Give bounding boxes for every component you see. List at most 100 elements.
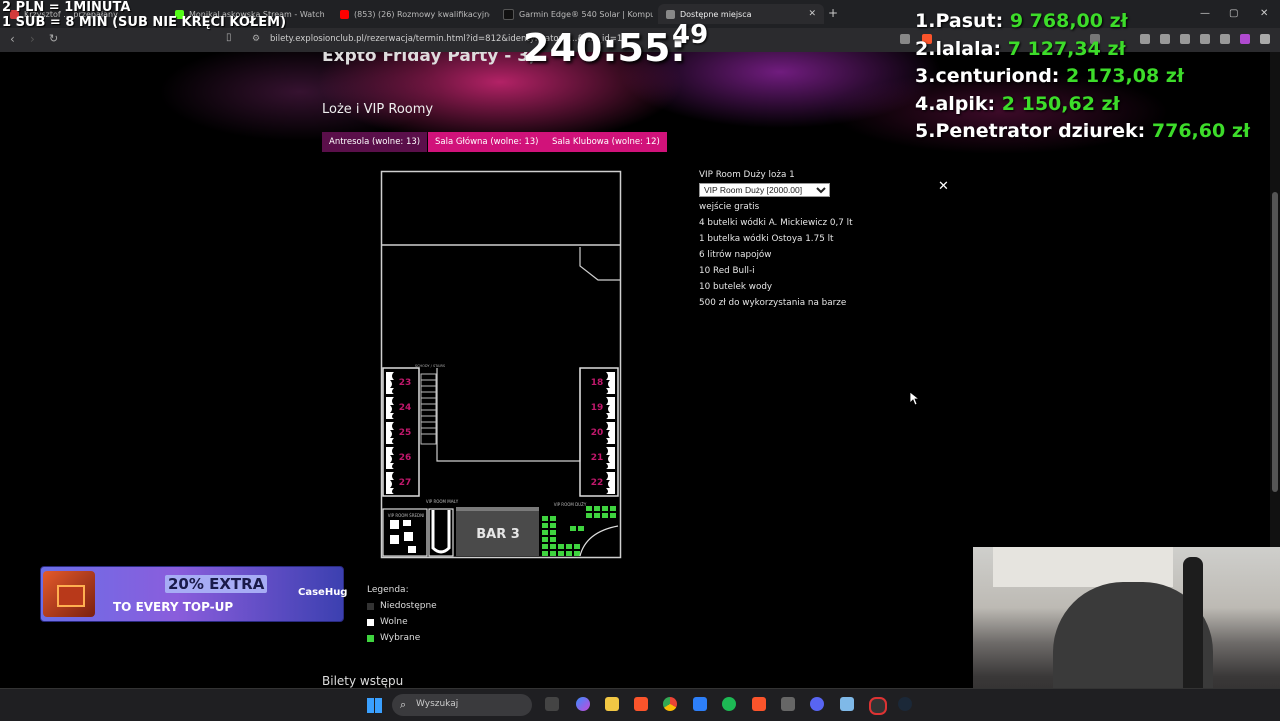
package-item: wejście gratis	[699, 202, 760, 212]
treasure-chest-icon	[43, 571, 95, 617]
windows-start-icon[interactable]	[367, 698, 382, 713]
booth-sofa	[386, 372, 394, 394]
map-corner-room	[579, 247, 620, 281]
selected-seat	[542, 544, 548, 549]
bar-counter	[456, 507, 539, 511]
selected-seat	[586, 513, 592, 518]
selected-seat	[542, 537, 548, 542]
booth-number: 26	[399, 453, 412, 463]
selected-seat	[602, 506, 608, 511]
taskbar-search[interactable]: ⌕ Wyszukaj	[392, 694, 532, 716]
copilot-icon[interactable]	[576, 697, 590, 711]
chrome-icon[interactable]	[663, 697, 677, 711]
sub-info-line: 2 PLN = 1MINUTA	[2, 0, 131, 15]
menu-icon[interactable]	[1260, 34, 1270, 44]
tab-sala-glowna[interactable]: Sala Główna (wolne: 13)	[428, 132, 546, 152]
share-icon[interactable]	[900, 34, 910, 44]
legend-label: Niedostępne	[380, 601, 437, 611]
selected-seat	[610, 513, 616, 518]
recorder-icon[interactable]	[869, 697, 887, 715]
box-select-row: VIP Room Duży [2000.00]	[699, 183, 853, 199]
tab-label: (853) (26) Rozmowy kwalifikacyjne pi	[354, 9, 490, 19]
package-item: 4 butelki wódki A. Mickiewicz 0,7 lt	[699, 218, 853, 228]
vip-duzy-label: VIP ROOM DUŻY	[554, 502, 587, 507]
file-manager-icon[interactable]	[545, 697, 559, 711]
box-type-select[interactable]: VIP Room Duży [2000.00]	[699, 183, 830, 197]
package-item: 10 butelek wody	[699, 282, 773, 292]
selected-seat	[550, 551, 556, 556]
selected-seat	[542, 551, 548, 556]
leaderboard-row: 3.centuriond: 2 173,08 zł	[915, 65, 1184, 87]
stream-timer-seconds: 49	[672, 20, 709, 50]
selected-seat	[550, 523, 556, 528]
selected-seat	[602, 513, 608, 518]
booth-number: 27	[399, 478, 412, 488]
selected-seat	[558, 544, 564, 549]
legend-swatch-free	[367, 618, 374, 626]
legend-swatch-selected	[367, 634, 374, 642]
vip-duzy-wall	[579, 525, 619, 557]
notepad-icon[interactable]	[840, 697, 854, 711]
brave-icon[interactable]	[634, 697, 648, 711]
selected-seat	[542, 530, 548, 535]
dance-floor	[436, 368, 581, 462]
selected-seat	[570, 526, 576, 531]
stairs	[420, 373, 437, 445]
back-icon[interactable]: ‹	[10, 32, 15, 46]
tab-sala-klubowa[interactable]: Sala Klubowa (wolne: 12)	[545, 132, 667, 152]
sub-info-line: 1 SUB = 8 MIN (SUB NIE KRĘCI KOŁEM)	[2, 15, 287, 30]
selected-box-title: VIP Room Duży loża 1	[699, 170, 795, 180]
close-tab-icon[interactable]: ✕	[808, 9, 816, 19]
legend-item: Wybrane	[367, 630, 437, 646]
close-window-icon[interactable]: ✕	[1260, 8, 1268, 19]
booth-number: 25	[399, 428, 412, 438]
mouse-cursor-icon	[910, 392, 920, 406]
forward-icon[interactable]: ›	[30, 32, 35, 46]
close-details-icon[interactable]: ✕	[938, 179, 949, 194]
booth-sofa	[606, 372, 615, 394]
legend-item: Wolne	[367, 614, 437, 630]
tab-label: Garmin Edge® 540 Solar | Komputer	[519, 9, 653, 19]
spotify-icon[interactable]	[722, 697, 736, 711]
tickets-section-title: Bilety wstępu	[322, 674, 404, 688]
right-booths: 18 19 20 21 22	[591, 372, 615, 494]
browser-tab[interactable]: Garmin Edge® 540 Solar | Komputer	[503, 4, 653, 24]
selected-seat	[578, 526, 584, 531]
package-item: 10 Red Bull-i	[699, 266, 755, 276]
floor-map: SCHODY / STAIRS 2324252627 1819202122 VI…	[380, 170, 622, 559]
new-tab-icon[interactable]: +	[828, 6, 838, 20]
stream-sub-info: 2 PLN = 1MINUTA 1 SUB = 8 MIN (SUB NIE K…	[2, 0, 286, 30]
legend-label: Wolne	[380, 617, 408, 627]
webcam-background-shelf	[993, 547, 1173, 587]
bookmark-icon[interactable]: ▯	[226, 32, 232, 43]
calculator-icon[interactable]	[781, 697, 795, 711]
section-title: Loże i VIP Roomy	[322, 102, 434, 117]
tab-antresola[interactable]: Antresola (wolne: 13)	[322, 132, 428, 152]
selected-seat	[558, 551, 564, 556]
selected-seat	[542, 516, 548, 521]
reload-icon[interactable]: ↻	[49, 32, 58, 45]
steam-icon[interactable]	[898, 697, 912, 711]
site-info-icon[interactable]: ⚙	[252, 34, 260, 44]
promo-headline: 20% EXTRA	[165, 575, 268, 593]
legend-title: Legenda:	[367, 585, 409, 595]
booth-number: 21	[591, 453, 604, 463]
legend-item: Niedostępne	[367, 598, 437, 614]
booth-number: 24	[399, 403, 412, 413]
vip-sredni-tables	[390, 520, 416, 553]
selected-seat	[586, 506, 592, 511]
brave-beta-icon[interactable]	[752, 697, 766, 711]
booth-sofa	[606, 422, 615, 444]
folder-icon[interactable]	[605, 697, 619, 711]
discord-icon[interactable]	[810, 697, 824, 711]
store-icon[interactable]	[693, 697, 707, 711]
search-placeholder: Wyszukaj	[416, 699, 459, 709]
booth-sofa	[606, 447, 615, 469]
selected-seat	[574, 544, 580, 549]
scrollbar-thumb[interactable]	[1272, 192, 1278, 492]
tab-label: Dostępne miejsca	[680, 9, 752, 19]
browser-tab[interactable]: (853) (26) Rozmowy kwalifikacyjne pi	[340, 4, 490, 24]
youtube-icon	[340, 9, 349, 19]
legend-label: Wybrane	[380, 633, 421, 643]
selected-seat	[550, 537, 556, 542]
